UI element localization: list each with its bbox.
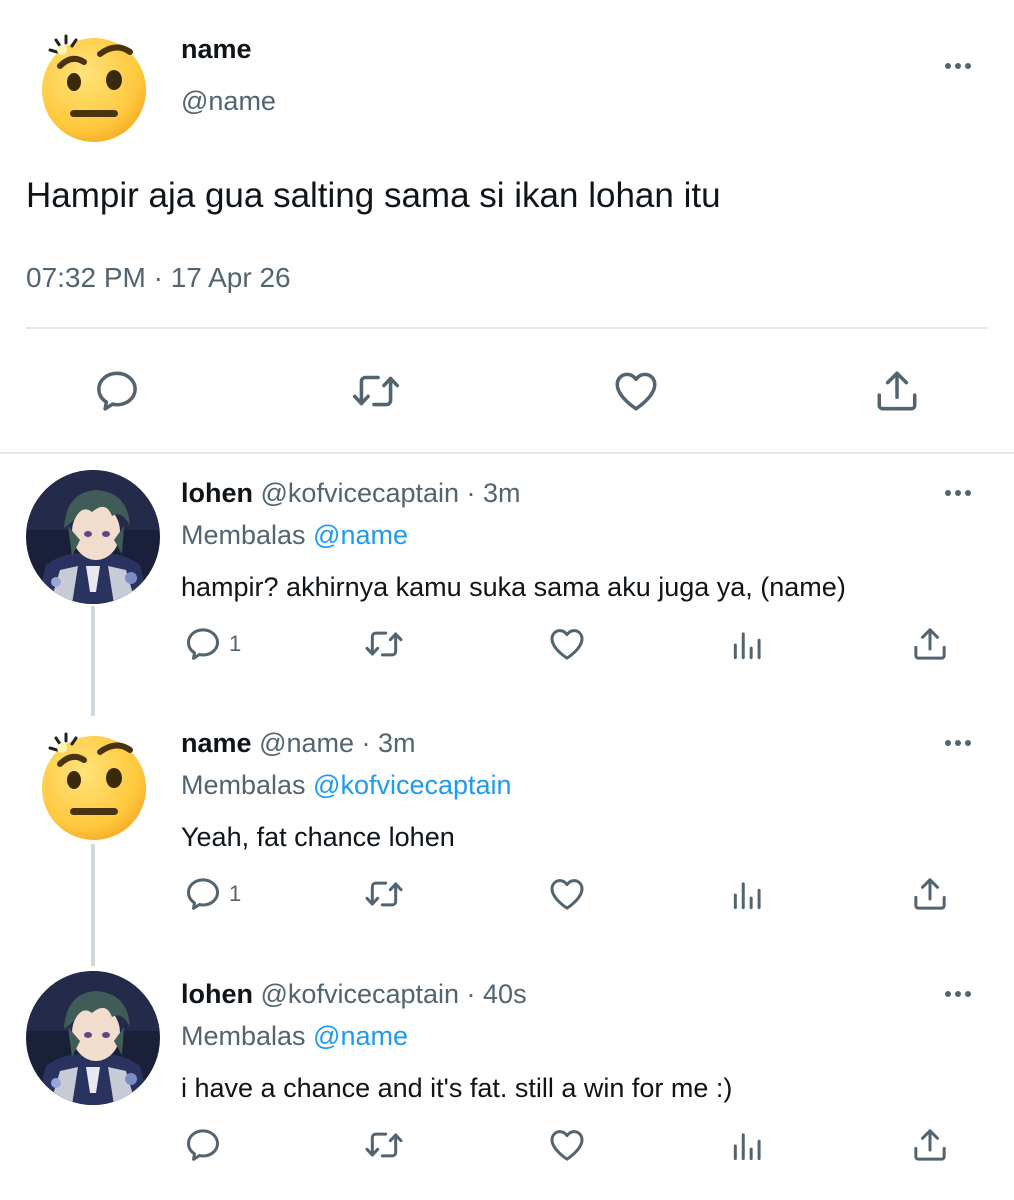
like-button[interactable] [546,624,588,664]
retweet-icon [352,375,400,407]
like-button[interactable] [546,1125,588,1165]
tweet-timestamp[interactable]: 07:32 PM · 17 Apr 26 [26,262,291,294]
views-button[interactable] [728,1127,768,1165]
reply-count: 1 [229,881,242,906]
author-handle[interactable]: @kofvicecaptain [261,478,460,508]
share-button[interactable] [910,1125,950,1165]
avatar[interactable] [38,730,150,842]
separator: · [459,979,484,1009]
reply-actions: 1 [0,624,1014,668]
main-tweet-actions [0,360,1014,424]
reply-tweet[interactable]: name @name · 3m Membalas @kofvicecaptain… [0,704,1014,966]
reply-time[interactable]: 3m [378,728,416,758]
retweet-button[interactable] [361,624,407,664]
avatar[interactable] [26,971,160,1105]
anime-character-avatar-icon [26,971,160,1105]
reply-button[interactable] [92,366,142,416]
share-icon [877,371,917,411]
like-icon [615,372,657,411]
reply-button[interactable]: 1 [183,624,241,664]
reply-text: hampir? akhirnya kamu suka sama aku juga… [181,572,846,602]
share-icon [914,1129,946,1161]
author-handle[interactable]: @kofvicecaptain [261,979,460,1009]
reply-tweet[interactable]: lohen @kofvicecaptain · 3m Membalas @nam… [0,454,1014,716]
reply-text: Yeah, fat chance lohen [181,822,455,852]
views-button[interactable] [728,626,768,664]
like-icon [550,629,584,660]
reply-icon [97,371,137,411]
more-icon[interactable] [940,984,980,1004]
share-button[interactable] [910,874,950,914]
more-icon[interactable] [940,56,980,76]
replying-to-label: Membalas [181,520,314,550]
retweet-button[interactable] [361,1125,407,1165]
reply-button[interactable]: 1 [183,874,241,914]
replying-to: Membalas @kofvicecaptain [181,770,512,801]
avatar[interactable] [26,470,160,604]
reply-icon [187,1129,219,1161]
replying-to: Membalas @name [181,520,408,551]
anime-character-avatar-icon [26,470,160,604]
mention-link[interactable]: @name [313,520,408,550]
views-icon [733,632,761,660]
reply-actions [0,1125,1014,1169]
retweet-icon [365,881,403,907]
reply-header: name @name · 3m [181,728,416,759]
reply-header: lohen @kofvicecaptain · 3m [181,478,521,509]
share-button[interactable] [872,366,922,416]
replying-to-label: Membalas [181,770,314,800]
reply-icon [187,628,219,660]
tweet-thread: name @name Hampir aja gua salting sama s… [0,0,1014,1200]
views-icon [733,1133,761,1161]
mention-link[interactable]: @kofvicecaptain [313,770,512,800]
reply-tweet[interactable]: lohen @kofvicecaptain · 40s Membalas @na… [0,955,1014,1200]
retweet-button[interactable] [361,874,407,914]
like-button[interactable] [610,366,662,416]
share-icon [914,878,946,910]
share-icon [914,628,946,660]
separator: · [354,728,379,758]
replying-to: Membalas @name [181,1021,408,1052]
reply-time[interactable]: 3m [483,478,521,508]
more-icon[interactable] [940,483,980,503]
reply-time[interactable]: 40s [483,979,527,1009]
like-button[interactable] [546,874,588,914]
retweet-icon [365,631,403,657]
raised-eyebrow-emoji-icon [42,732,146,840]
main-tweet-header: name @name [0,0,1014,160]
like-icon [550,1130,584,1161]
retweet-button[interactable] [348,366,404,416]
tweet-text: Hampir aja gua salting sama si ikan loha… [26,176,721,215]
author-handle[interactable]: @name [259,728,354,758]
reply-button[interactable] [183,1125,229,1165]
author-name[interactable]: name [181,728,252,758]
author-name[interactable]: lohen [181,979,253,1009]
more-icon[interactable] [940,733,980,753]
raised-eyebrow-emoji-icon [42,34,146,142]
reply-count: 1 [229,631,242,656]
views-icon [733,882,761,910]
divider [26,327,988,329]
author-name[interactable]: lohen [181,478,253,508]
replying-to-label: Membalas [181,1021,314,1051]
reply-actions: 1 [0,874,1014,918]
views-button[interactable] [728,876,768,914]
separator: · [459,478,484,508]
retweet-icon [365,1132,403,1158]
share-button[interactable] [910,624,950,664]
reply-header: lohen @kofvicecaptain · 40s [181,979,527,1010]
reply-text: i have a chance and it's fat. still a wi… [181,1073,733,1103]
reply-icon [187,878,219,910]
author-handle[interactable]: @name [181,86,276,117]
author-name[interactable]: name [181,34,252,65]
like-icon [550,879,584,910]
mention-link[interactable]: @name [313,1021,408,1051]
avatar[interactable] [38,32,150,144]
